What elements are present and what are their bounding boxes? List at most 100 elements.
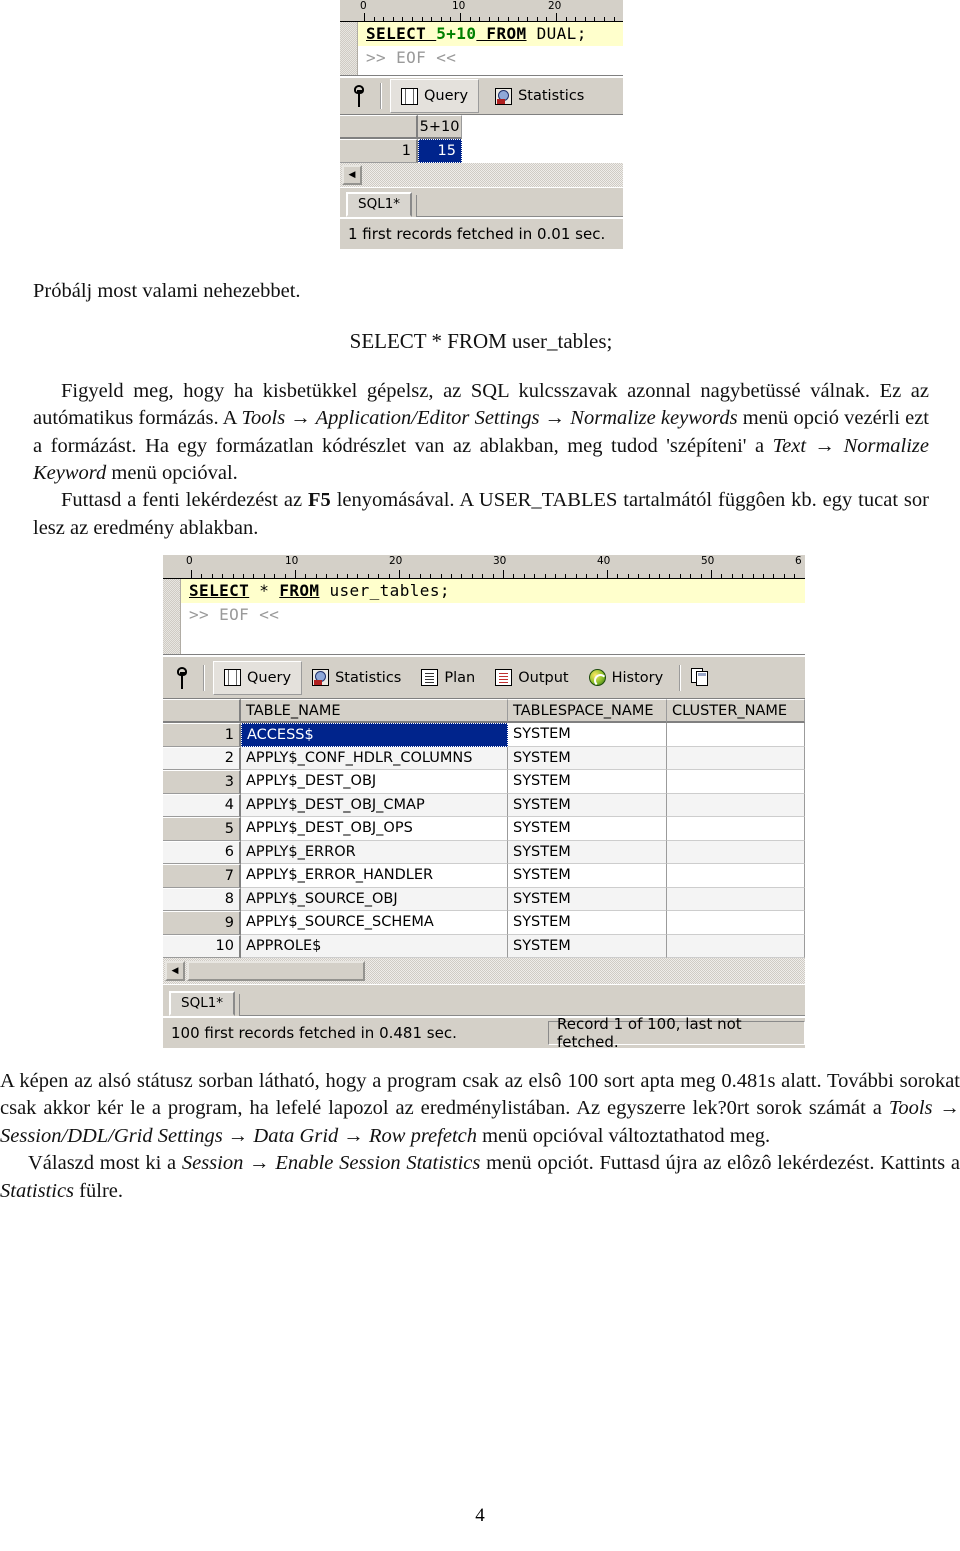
sheet-tab-sql1[interactable]: SQL1* [169,991,236,1016]
cell-tablespace-name[interactable]: SYSTEM [508,840,667,864]
table-row[interactable]: 4 APPLY$_DEST_OBJ_CMAP SYSTEM [163,793,805,817]
cell-table-name[interactable]: APPLY$_CONF_HDLR_COLUMNS [241,746,508,770]
query-example: SELECT * FROM user_tables; [349,329,613,354]
cell-table-name[interactable]: APPLY$_DEST_OBJ_OPS [241,817,508,841]
text-run: menü opcióval. [106,462,238,484]
tab-query-2[interactable]: Query [213,660,303,695]
table-row[interactable]: 10 APPROLE$ SYSTEM [163,934,805,958]
text-run: menü opcióval változtathatod meg. [477,1124,771,1147]
pin-button-2[interactable] [169,666,195,689]
tab-query-1[interactable]: Query [390,79,480,113]
toolbar-separator [679,664,682,691]
cell-cluster-name[interactable] [667,746,805,770]
ruler-tick [503,570,504,578]
cell-cluster-name[interactable] [667,793,805,817]
row-number[interactable]: 10 [163,934,241,958]
table-row[interactable]: 1 15 [340,139,623,163]
ruler-tick [232,574,234,578]
sql-editor-2[interactable]: SELECT * FROM user_tables; >> EOF << [163,579,805,655]
grid-corner-cell[interactable] [163,699,241,723]
grid-column-header[interactable]: 5+10 [418,115,462,139]
grid-column-header-table-name[interactable]: TABLE_NAME [241,699,508,723]
cell-tablespace-name[interactable]: SYSTEM [508,911,667,935]
ruler-tick [584,17,586,21]
ruler-ticks [340,12,623,21]
cell-tablespace-name[interactable]: SYSTEM [508,746,667,770]
cell-cluster-name[interactable] [667,934,805,958]
table-row[interactable]: 1 ACCESS$ SYSTEM [163,723,805,747]
tab-history[interactable]: History [579,661,674,695]
tab-label: Query [247,669,292,686]
grid-column-header-tablespace-name[interactable]: TABLESPACE_NAME [508,699,667,723]
scroll-left-arrow-icon[interactable]: ◀ [342,164,362,185]
row-number[interactable]: 1 [163,723,241,747]
cell-table-name[interactable]: APPLY$_ERROR [241,840,508,864]
ruler-tick [536,17,538,21]
row-number[interactable]: 9 [163,911,241,935]
code-line-1[interactable]: SELECT * FROM user_tables; [181,579,805,603]
grid-corner-cell[interactable] [340,115,418,139]
row-number[interactable]: 5 [163,817,241,841]
table-row[interactable]: 2 APPLY$_CONF_HDLR_COLUMNS SYSTEM [163,746,805,770]
cell-table-name[interactable]: APPLY$_SOURCE_OBJ [241,887,508,911]
ruler-tick [421,17,423,21]
row-number[interactable]: 4 [163,793,241,817]
tab-multi-results[interactable] [687,661,714,695]
cell-tablespace-name[interactable]: SYSTEM [508,817,667,841]
tab-output[interactable]: Output [485,661,578,695]
cell-cluster-name[interactable] [667,911,805,935]
row-number[interactable]: 7 [163,864,241,888]
row-number[interactable]: 1 [340,139,418,163]
sql-editor-1[interactable]: SELECT 5+10 FROM DUAL; >> EOF << [340,22,623,76]
cell-cluster-name[interactable] [667,864,805,888]
tab-statistics-1[interactable]: Statistics [485,79,594,113]
code-line-1[interactable]: SELECT 5+10 FROM DUAL; [358,22,623,46]
cell-table-name[interactable]: APPLY$_DEST_OBJ_CMAP [241,793,508,817]
pin-button-1[interactable] [346,85,372,107]
cell-table-name[interactable]: APPLY$_ERROR_HANDLER [241,864,508,888]
scroll-left-arrow-icon[interactable]: ◀ [165,961,185,981]
cell-cluster-name[interactable] [667,840,805,864]
status-bar-2: 100 first records fetched in 0.481 sec. … [163,1015,805,1051]
table-row[interactable]: 5 APPLY$_DEST_OBJ_OPS SYSTEM [163,817,805,841]
cell-tablespace-name[interactable]: SYSTEM [508,793,667,817]
keyword-from: FROM [476,24,527,43]
table-row[interactable]: 7 APPLY$_ERROR_HANDLER SYSTEM [163,864,805,888]
cell-tablespace-name[interactable]: SYSTEM [508,887,667,911]
scroll-thumb[interactable] [187,961,365,981]
row-number[interactable]: 2 [163,746,241,770]
tab-statistics-2[interactable]: Statistics [302,661,411,695]
cell-tablespace-name[interactable]: SYSTEM [508,864,667,888]
table-row[interactable]: 9 APPLY$_SOURCE_SCHEMA SYSTEM [163,911,805,935]
table-row[interactable]: 8 APPLY$_SOURCE_OBJ SYSTEM [163,887,805,911]
ruler-tick [305,574,307,578]
text-run: * [249,581,280,600]
grid-hscrollbar-1[interactable]: ◀ [340,162,623,187]
cell-tablespace-name[interactable]: SYSTEM [508,770,667,794]
grid-column-header-cluster-name[interactable]: CLUSTER_NAME [667,699,805,723]
sheet-tabbar-2: SQL1* [163,984,805,1016]
tab-plan[interactable]: Plan [411,661,485,695]
cell-table-name[interactable]: APPLY$_DEST_OBJ [241,770,508,794]
cell-cluster-name[interactable] [667,723,805,747]
row-number[interactable]: 8 [163,887,241,911]
ruler-tick [555,574,556,578]
cell-tablespace-name[interactable]: SYSTEM [508,723,667,747]
text-run: Futtasd a fenti lekérdezést az [61,489,309,512]
row-number[interactable]: 3 [163,770,241,794]
result-grid-1[interactable]: 5+10 1 15 [340,115,623,163]
grid-cell-value[interactable]: 15 [418,139,462,163]
cell-tablespace-name[interactable]: SYSTEM [508,934,667,958]
table-row[interactable]: 6 APPLY$_ERROR SYSTEM [163,840,805,864]
row-number[interactable]: 6 [163,840,241,864]
cell-table-name[interactable]: ACCESS$ [241,723,508,747]
grid-hscrollbar-2[interactable]: ◀ [163,958,805,984]
cell-table-name[interactable]: APPLY$_SOURCE_SCHEMA [241,911,508,935]
result-grid-2[interactable]: TABLE_NAME TABLESPACE_NAME CLUSTER_NAME … [163,699,805,958]
cell-cluster-name[interactable] [667,887,805,911]
sheet-tab-sql1[interactable]: SQL1* [346,191,413,217]
cell-table-name[interactable]: APPROLE$ [241,934,508,958]
table-row[interactable]: 3 APPLY$_DEST_OBJ SYSTEM [163,770,805,794]
cell-cluster-name[interactable] [667,817,805,841]
cell-cluster-name[interactable] [667,770,805,794]
